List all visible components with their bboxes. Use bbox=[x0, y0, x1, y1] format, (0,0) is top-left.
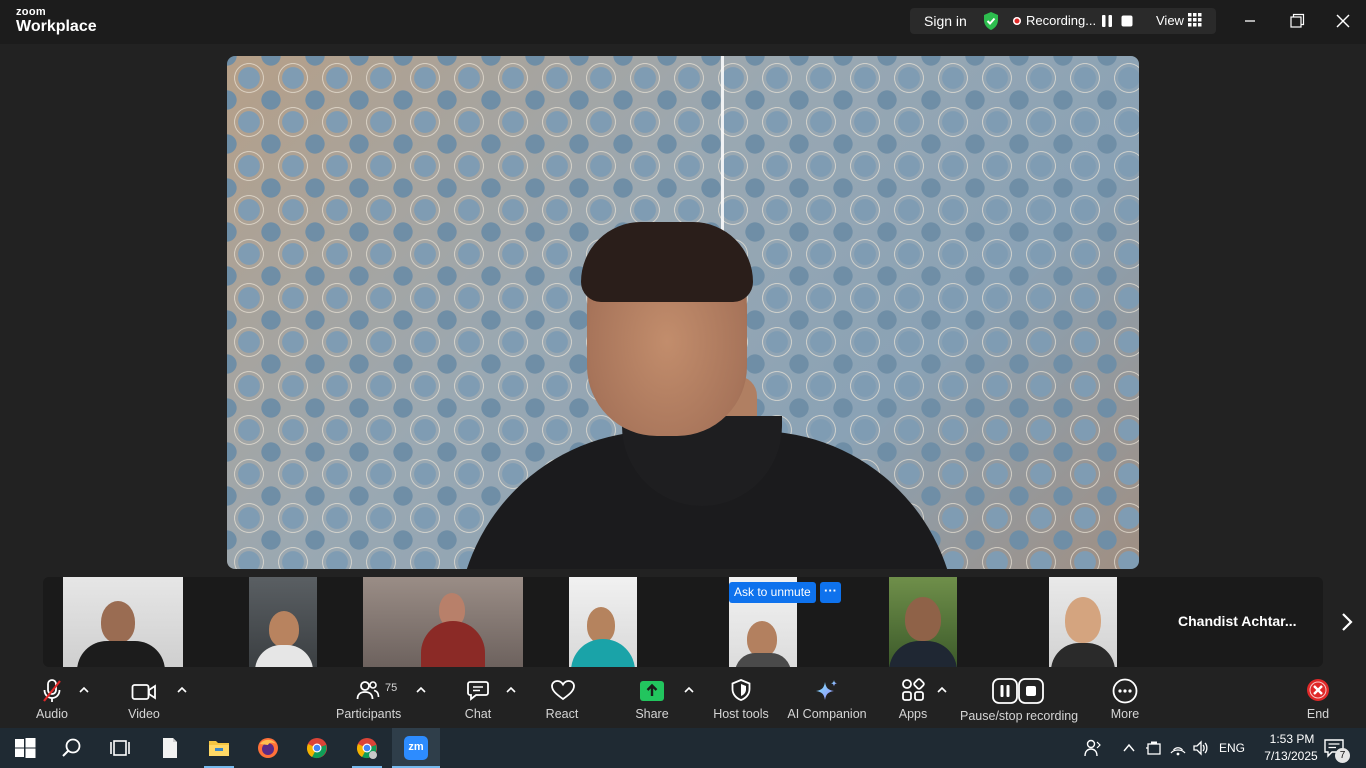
battery-icon[interactable] bbox=[1145, 739, 1163, 757]
share-button[interactable]: Share bbox=[630, 672, 674, 728]
speaker-hair bbox=[581, 222, 753, 302]
shield-check-icon[interactable] bbox=[982, 11, 1000, 31]
stop-recording-icon[interactable] bbox=[1119, 13, 1135, 29]
participant-thumbnail-strip: Ask to unmute ··· Chandist Achtar... bbox=[43, 577, 1323, 667]
pause-recording-icon[interactable] bbox=[1099, 13, 1115, 29]
chat-bubble-icon bbox=[467, 681, 489, 701]
chevron-up-icon[interactable] bbox=[683, 684, 695, 696]
product-name: Workplace bbox=[16, 18, 97, 35]
chat-button[interactable]: Chat bbox=[456, 672, 500, 728]
app-logo: zoom Workplace bbox=[16, 7, 97, 35]
host-tools-button[interactable]: Host tools bbox=[710, 672, 772, 728]
restore-icon[interactable] bbox=[1285, 10, 1309, 32]
share-screen-icon bbox=[640, 681, 664, 701]
chrome-profile-icon[interactable] bbox=[355, 736, 379, 760]
pause-stop-recording-button[interactable]: Pause/stop recording bbox=[960, 672, 1079, 728]
chevron-up-icon[interactable] bbox=[176, 684, 188, 696]
meeting-toolbar: Audio Video Participants 75 Chat React S… bbox=[0, 672, 1366, 728]
more-icon bbox=[1112, 678, 1138, 704]
host-tools-label: Host tools bbox=[713, 707, 769, 721]
chrome-icon[interactable] bbox=[305, 736, 329, 760]
input-language[interactable]: ENG bbox=[1219, 741, 1245, 755]
heart-icon bbox=[551, 680, 575, 701]
end-x-icon bbox=[1307, 679, 1329, 701]
muted-microphone-icon bbox=[43, 679, 61, 702]
end-label: End bbox=[1306, 707, 1330, 721]
react-label: React bbox=[545, 707, 579, 721]
chevron-up-icon[interactable] bbox=[415, 684, 427, 696]
participants-label: Participants bbox=[336, 707, 402, 721]
recording-status: Recording... bbox=[1026, 13, 1097, 28]
participant-more-options-button[interactable]: ··· bbox=[820, 582, 841, 603]
sign-in-button[interactable]: Sign in bbox=[924, 13, 967, 29]
search-icon[interactable] bbox=[60, 736, 84, 760]
participants-icon bbox=[356, 681, 380, 700]
audio-button[interactable]: Audio bbox=[30, 672, 74, 728]
pause-stop-recording-label: Pause/stop recording bbox=[960, 709, 1079, 723]
chevron-up-icon[interactable] bbox=[505, 684, 517, 696]
more-button[interactable]: More bbox=[1103, 672, 1147, 728]
participant-video-tile[interactable] bbox=[363, 577, 523, 667]
chevron-right-icon[interactable] bbox=[1337, 611, 1357, 633]
apps-icon bbox=[902, 678, 925, 701]
title-bar: zoom Workplace Sign in Recording... View bbox=[0, 0, 1366, 44]
notification-count-badge: 7 bbox=[1335, 748, 1350, 763]
people-icon[interactable] bbox=[1083, 738, 1103, 758]
participant-name-tile[interactable]: Chandist Achtar... bbox=[1178, 613, 1297, 629]
participant-video-tile[interactable] bbox=[63, 577, 183, 667]
ai-companion-button[interactable]: AI Companion bbox=[786, 672, 868, 728]
zoom-app-icon[interactable]: zm bbox=[404, 736, 428, 760]
meeting-status-group: Sign in Recording... View bbox=[910, 8, 1216, 34]
audio-label: Audio bbox=[36, 707, 68, 721]
close-icon[interactable] bbox=[1331, 10, 1355, 32]
clock-time[interactable]: 1:53 PM bbox=[1262, 732, 1322, 746]
task-view-icon[interactable] bbox=[108, 736, 132, 760]
windows-start-icon[interactable] bbox=[13, 736, 37, 760]
participant-video-tile[interactable] bbox=[1049, 577, 1117, 667]
recording-dot-icon bbox=[1013, 17, 1021, 25]
notepad-icon[interactable] bbox=[158, 736, 182, 760]
apps-label: Apps bbox=[898, 707, 928, 721]
clock-date[interactable]: 7/13/2025 bbox=[1255, 749, 1327, 763]
video-button[interactable]: Video bbox=[122, 672, 166, 728]
grid-view-icon[interactable] bbox=[1188, 13, 1202, 27]
active-speaker-video[interactable] bbox=[227, 56, 1139, 569]
shield-icon bbox=[731, 679, 751, 701]
zoom-meeting-window: zoom Workplace Sign in Recording... View bbox=[0, 0, 1366, 768]
more-label: More bbox=[1110, 707, 1140, 721]
windows-taskbar: zm ENG 1:53 PM 7/13/2025 7 bbox=[0, 728, 1366, 768]
video-label: Video bbox=[128, 707, 160, 721]
apps-button[interactable]: Apps bbox=[891, 672, 935, 728]
participants-button[interactable]: Participants bbox=[336, 672, 402, 728]
participants-count: 75 bbox=[385, 682, 398, 694]
ask-to-unmute-button[interactable]: Ask to unmute bbox=[729, 582, 816, 603]
share-label: Share bbox=[635, 707, 669, 721]
participant-video-tile[interactable] bbox=[889, 577, 957, 667]
participant-video-tile[interactable] bbox=[569, 577, 637, 667]
file-explorer-icon[interactable] bbox=[207, 736, 231, 760]
react-button[interactable]: React bbox=[540, 672, 584, 728]
minimize-icon[interactable] bbox=[1238, 10, 1262, 32]
wifi-icon[interactable] bbox=[1169, 739, 1187, 757]
ai-companion-label: AI Companion bbox=[787, 707, 867, 721]
end-meeting-button[interactable]: End bbox=[1296, 672, 1340, 728]
participant-video-tile[interactable] bbox=[249, 577, 317, 667]
brand-name: zoom bbox=[16, 6, 46, 18]
video-camera-icon bbox=[131, 684, 156, 700]
speaker-volume-icon[interactable] bbox=[1192, 739, 1210, 757]
pause-stop-icon bbox=[992, 678, 1044, 704]
chevron-up-icon[interactable] bbox=[936, 684, 948, 696]
view-button[interactable]: View bbox=[1156, 13, 1184, 28]
chat-label: Chat bbox=[464, 707, 492, 721]
chevron-up-icon[interactable] bbox=[78, 684, 90, 696]
firefox-icon[interactable] bbox=[256, 736, 280, 760]
chevron-up-icon[interactable] bbox=[1122, 741, 1136, 755]
sparkle-icon bbox=[816, 680, 837, 700]
